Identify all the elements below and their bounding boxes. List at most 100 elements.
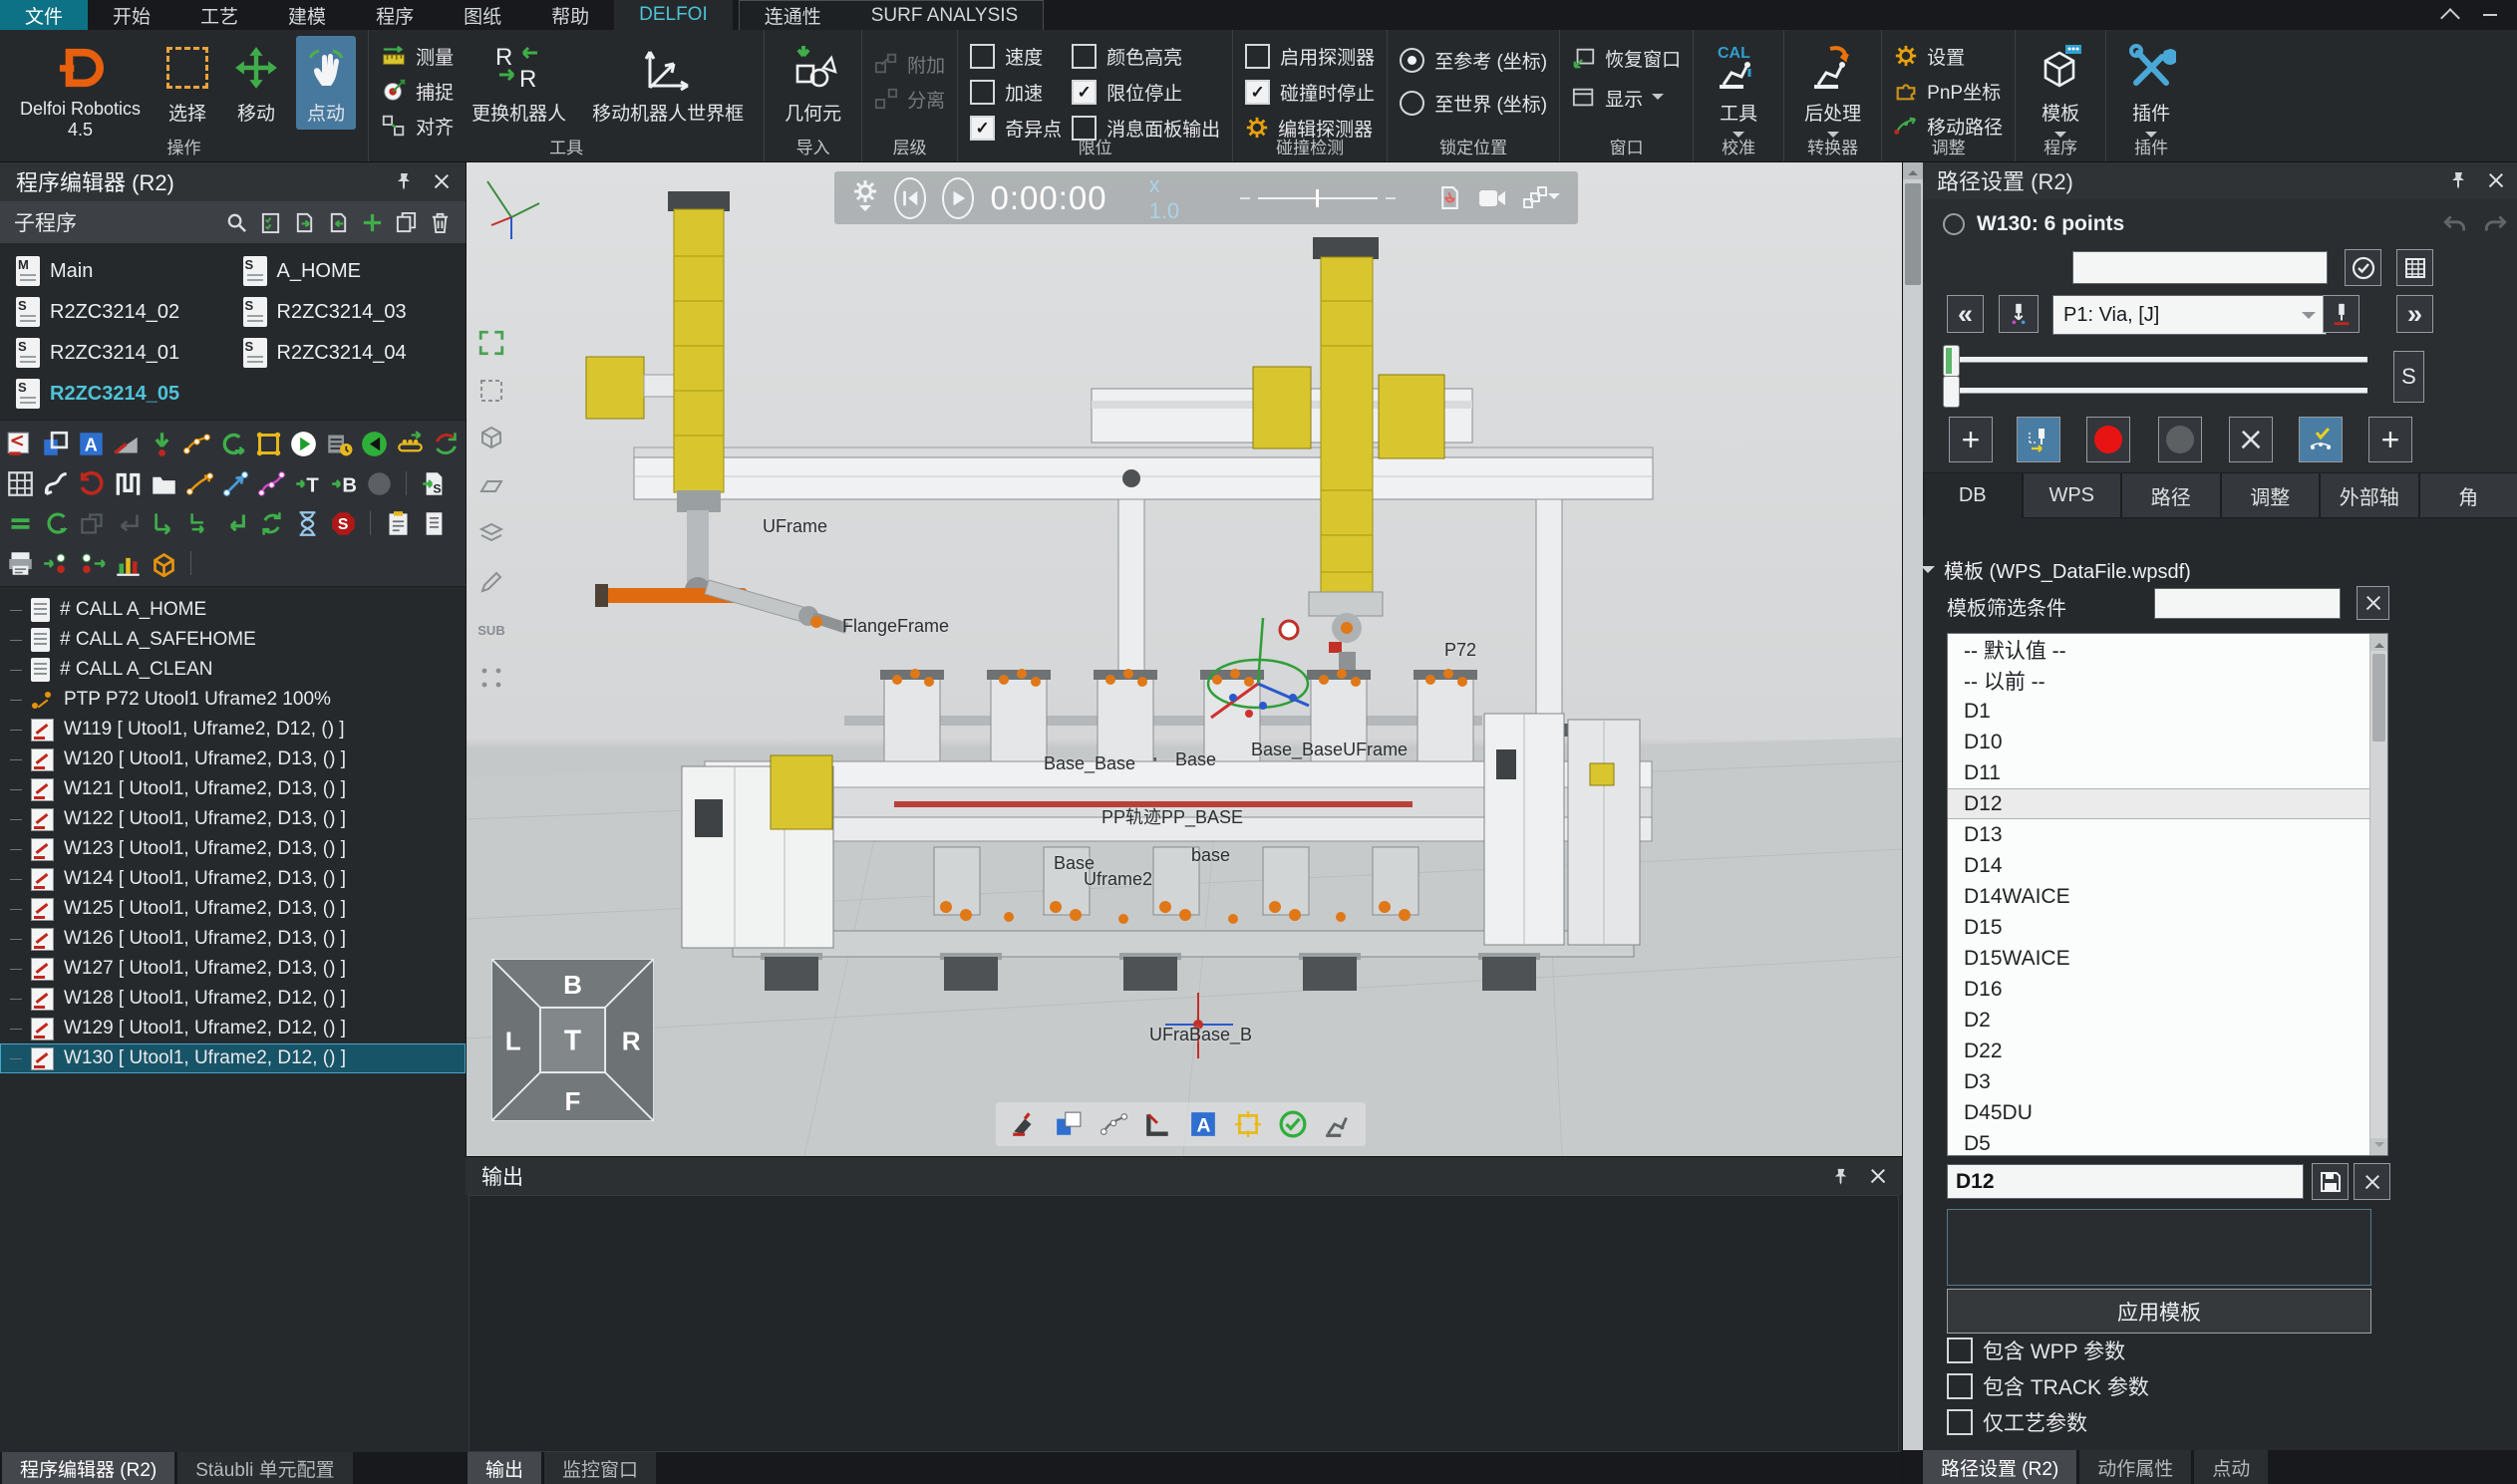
template-item[interactable]: -- 默认值 -- [1948,634,2369,665]
search-icon[interactable] [225,211,248,234]
projection-icon[interactable] [475,470,507,502]
record-off-button[interactable] [2158,417,2202,462]
statement-row[interactable]: W124 [ Utool1, Uframe2, D13, () ] [0,864,466,894]
io-input-icon[interactable] [42,549,70,577]
wait-hourglass-icon[interactable] [293,509,321,537]
print-icon[interactable] [6,549,34,577]
template-item[interactable]: D11 [1948,757,2369,788]
interp-path-icon[interactable] [185,469,213,497]
geometry-button[interactable]: 几何元 [777,36,849,130]
subprogram-item[interactable]: S R2ZC3214_05 [6,376,233,412]
template-item[interactable]: D2 [1948,1005,2369,1036]
nav-cube[interactable]: B L T R F [491,959,654,1121]
panel-tab[interactable]: 点动 [2194,1450,2268,1484]
delete-template-button[interactable] [2354,1163,2390,1200]
delfoi-logo[interactable]: Delfoi Robotics4.5 [12,36,149,144]
template-item[interactable]: D15WAICE [1948,943,2369,974]
statement-row[interactable]: W128 [ Utool1, Uframe2, D12, () ] [0,984,466,1014]
template-item[interactable]: D16 [1948,974,2369,1005]
stop-icon[interactable]: S [329,509,357,537]
delete-point-button[interactable] [2229,417,2273,462]
orientation-slider-handle[interactable] [1943,376,1960,408]
branch-else-icon[interactable] [185,509,213,537]
lock-position-radio[interactable]: 至参考 (坐标) [1400,46,1547,75]
add-icon[interactable] [361,211,384,234]
settings-button[interactable]: 设置 [1894,42,2003,70]
postprocess-button[interactable]: 后处理 [1796,36,1869,148]
move-robot-world-frame-button[interactable]: 移动机器人世界框 [584,36,752,130]
menu-item[interactable]: 连通性 [740,1,846,30]
panel-tab[interactable]: Stäubli 单元配置 [177,1452,352,1484]
point-table-button[interactable] [2396,249,2433,286]
snap-button[interactable]: 捕捉 [381,77,454,105]
measure-corner-icon[interactable] [1143,1109,1173,1139]
fit-view-icon[interactable] [475,327,507,359]
template-filter-input[interactable] [2154,588,2341,619]
menu-item[interactable]: 图纸 [439,0,526,30]
skip-start-button[interactable] [894,177,926,219]
template-button[interactable]: 模板 [2028,36,2093,148]
subprogram-item[interactable]: S R2ZC3214_04 [233,335,461,371]
add-point-before-button[interactable] [1949,417,1993,462]
menu-item[interactable]: 文件 [0,0,88,30]
panel-tab[interactable]: 动作属性 [2079,1450,2191,1484]
template-item[interactable]: D45DU [1948,1097,2369,1128]
program-timer-icon[interactable] [325,430,353,457]
statement-row[interactable]: W120 [ Utool1, Uframe2, D13, () ] [0,744,466,774]
viewport-3d[interactable]: UFrameFlangeFrameBase_BaseBaseBase_BaseU… [466,161,1902,1156]
transform-frame-icon[interactable] [1233,1109,1263,1139]
copy-icon[interactable] [395,211,418,234]
import-program-icon[interactable] [293,211,316,234]
template-option-checkbox[interactable]: 包含 WPP 参数 [1947,1337,2149,1363]
trash-icon[interactable] [429,211,452,234]
panel-tab[interactable]: 程序编辑器 (R2) [2,1452,174,1484]
statement-row[interactable]: # CALL A_SAFEHOME [0,625,466,655]
auto-text-icon[interactable]: A [77,430,105,457]
orientation-slider[interactable] [1949,388,2367,394]
play-button[interactable] [942,177,974,219]
statement-row[interactable]: W126 [ Utool1, Uframe2, D13, () ] [0,924,466,954]
template-item[interactable]: D14 [1948,850,2369,881]
speed-slider-handle[interactable] [1316,189,1319,207]
settings-tab[interactable]: DB [1923,472,2023,518]
template-item[interactable]: -- 以前 -- [1948,665,2369,696]
statement-row[interactable]: W129 [ Utool1, Uframe2, D12, () ] [0,1014,466,1043]
to-tool-icon[interactable]: T [293,469,321,497]
add-point-after-button[interactable] [2368,417,2412,462]
annotate-text-icon[interactable]: A [1188,1109,1218,1139]
chevron-up-icon[interactable] [2440,8,2460,28]
comment-doc-icon[interactable] [420,509,448,537]
restore-window-button[interactable]: 恢复窗口 [1572,44,1681,72]
cycle-icon[interactable] [432,430,460,457]
panel-tab[interactable]: 输出 [468,1452,541,1484]
weld-select-icon[interactable] [6,430,34,457]
point-radio-icon[interactable] [1943,213,1965,235]
sub-level-icon[interactable]: SUB [475,614,507,646]
close-icon[interactable] [1870,1168,1886,1184]
template-option-checkbox[interactable]: 包含 TRACK 参数 [1947,1373,2149,1399]
select-button[interactable]: 选择 [158,36,216,130]
menu-item[interactable]: 建模 [263,0,351,30]
redo-icon[interactable] [2482,211,2508,237]
torch-path-button[interactable] [2017,417,2060,462]
edit-icon[interactable] [475,566,507,598]
return-dim-icon[interactable] [114,509,142,537]
template-option-checkbox[interactable]: 仅工艺参数 [1947,1409,2149,1435]
io-output-icon[interactable] [78,549,106,577]
settings-tab[interactable]: 调整 [2221,472,2321,518]
display-button[interactable]: 显示 [1572,84,1681,112]
slider-mode-button[interactable]: S [2393,351,2424,403]
statement-row[interactable]: W125 [ Utool1, Uframe2, D13, () ] [0,894,466,924]
template-item[interactable]: D3 [1948,1066,2369,1097]
subprogram-item[interactable]: M Main [6,253,233,289]
validate-points-button[interactable] [2299,417,2343,462]
rotate-c-icon[interactable] [219,430,247,457]
ramp-limit-icon[interactable] [113,430,141,457]
template-description-box[interactable] [1947,1209,2371,1286]
n-path-icon[interactable] [114,469,142,497]
menu-item[interactable]: 工艺 [175,0,263,30]
to-base-icon[interactable]: B [329,469,357,497]
rotate-red-icon[interactable] [78,469,106,497]
settings-tab[interactable]: 外部轴 [2320,472,2419,518]
menu-item[interactable]: 开始 [88,0,175,30]
